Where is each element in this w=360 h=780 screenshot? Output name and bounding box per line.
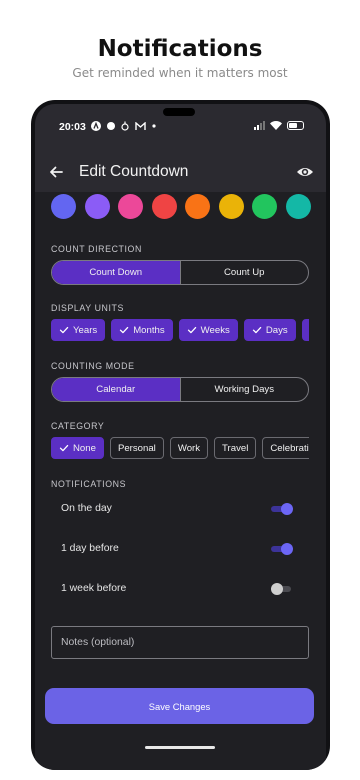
toggle-switch[interactable] xyxy=(271,583,293,595)
phone-frame: 20:03 Edit Countdown COUNT DIRECTION Cou… xyxy=(31,100,330,770)
status-bar: 20:03 xyxy=(35,104,326,154)
camera-cutout xyxy=(163,108,195,116)
notification-label: On the day xyxy=(61,503,112,514)
arrow-left-icon[interactable] xyxy=(47,163,65,181)
chip-label: Celebration xyxy=(270,442,309,454)
promo-subtitle: Get reminded when it matters most xyxy=(72,66,288,80)
filter-chip[interactable]: Days xyxy=(243,319,296,341)
app-bar: Edit Countdown xyxy=(35,154,326,192)
page-title: Edit Countdown xyxy=(79,163,189,180)
check-icon xyxy=(120,326,129,334)
color-swatch[interactable] xyxy=(84,194,110,219)
color-swatch[interactable] xyxy=(218,194,244,219)
chip-label: Months xyxy=(133,324,165,336)
notification-icons xyxy=(91,121,156,131)
check-icon xyxy=(59,326,69,334)
color-picker xyxy=(51,194,311,219)
chip-label: None xyxy=(73,442,96,454)
count-up-option[interactable]: Count Up xyxy=(179,261,309,284)
status-time: 20:03 xyxy=(59,121,86,133)
switch-thumb xyxy=(271,583,283,595)
toggle-switch[interactable] xyxy=(271,543,293,555)
color-swatch[interactable] xyxy=(285,194,311,219)
notification-row[interactable]: 1 week before xyxy=(51,575,309,603)
filter-chip[interactable]: Celebration xyxy=(262,437,309,459)
counting-mode-label: COUNTING MODE xyxy=(51,361,135,371)
color-swatch[interactable] xyxy=(118,194,143,219)
tooltip-icon xyxy=(121,121,129,131)
check-icon xyxy=(252,326,262,334)
eye-icon[interactable] xyxy=(296,164,314,180)
gmail-icon xyxy=(135,121,146,130)
display-units-label: DISPLAY UNITS xyxy=(51,303,124,313)
chip-label: Travel xyxy=(222,442,249,454)
filter-chip[interactable] xyxy=(301,319,309,341)
filter-chip[interactable]: None xyxy=(51,437,104,459)
chip-label: Days xyxy=(265,324,288,336)
home-indicator[interactable] xyxy=(145,746,215,749)
notification-label: 1 day before xyxy=(61,543,119,554)
color-swatch[interactable] xyxy=(185,194,210,219)
color-swatch[interactable] xyxy=(252,194,277,219)
count-direction-label: COUNT DIRECTION xyxy=(51,244,142,254)
chip-label: Work xyxy=(177,442,201,454)
display-units-chips: Years Months Weeks Days xyxy=(51,319,309,343)
filter-chip[interactable]: Work xyxy=(169,437,209,459)
a-icon xyxy=(91,121,101,131)
notification-row[interactable]: On the day xyxy=(51,495,309,523)
filter-chip[interactable]: Weeks xyxy=(178,319,238,341)
filter-chip[interactable]: Travel xyxy=(214,437,257,459)
circle-icon xyxy=(107,122,115,130)
color-swatch[interactable] xyxy=(151,194,177,219)
dot-icon xyxy=(152,124,156,128)
switch-thumb xyxy=(281,543,293,555)
notifications-label: NOTIFICATIONS xyxy=(51,479,127,489)
signal-icon xyxy=(254,121,265,130)
system-icons xyxy=(254,121,304,130)
color-swatch[interactable] xyxy=(51,194,76,219)
app-screen: 20:03 Edit Countdown COUNT DIRECTION Cou… xyxy=(35,104,326,770)
promo-title: Notifications xyxy=(97,36,263,62)
notification-label: 1 week before xyxy=(61,583,127,594)
filter-chip[interactable]: Personal xyxy=(109,437,164,459)
filter-chip[interactable]: Years xyxy=(51,319,106,341)
wifi-icon xyxy=(270,121,282,130)
counting-mode-toggle: Calendar Working Days xyxy=(51,377,309,402)
chip-label: Weeks xyxy=(200,324,230,336)
calendar-option[interactable]: Calendar xyxy=(52,378,180,401)
category-chips: None Personal Work Travel Celebration xyxy=(51,437,309,461)
category-label: CATEGORY xyxy=(51,421,105,431)
toggle-switch[interactable] xyxy=(271,503,293,515)
chip-label: Personal xyxy=(117,442,156,454)
notes-input[interactable] xyxy=(52,627,308,658)
working-days-option[interactable]: Working Days xyxy=(179,378,309,401)
battery-icon xyxy=(287,121,304,130)
chip-label: Years xyxy=(73,324,98,336)
count-down-option[interactable]: Count Down xyxy=(52,261,180,284)
check-icon xyxy=(59,444,69,452)
notes-field[interactable] xyxy=(51,626,309,659)
count-direction-toggle: Count Down Count Up xyxy=(51,260,309,285)
notification-row[interactable]: 1 day before xyxy=(51,535,309,563)
check-icon xyxy=(187,326,196,334)
filter-chip[interactable]: Months xyxy=(111,319,173,341)
save-button[interactable]: Save Changes xyxy=(45,688,314,724)
switch-thumb xyxy=(281,503,293,515)
